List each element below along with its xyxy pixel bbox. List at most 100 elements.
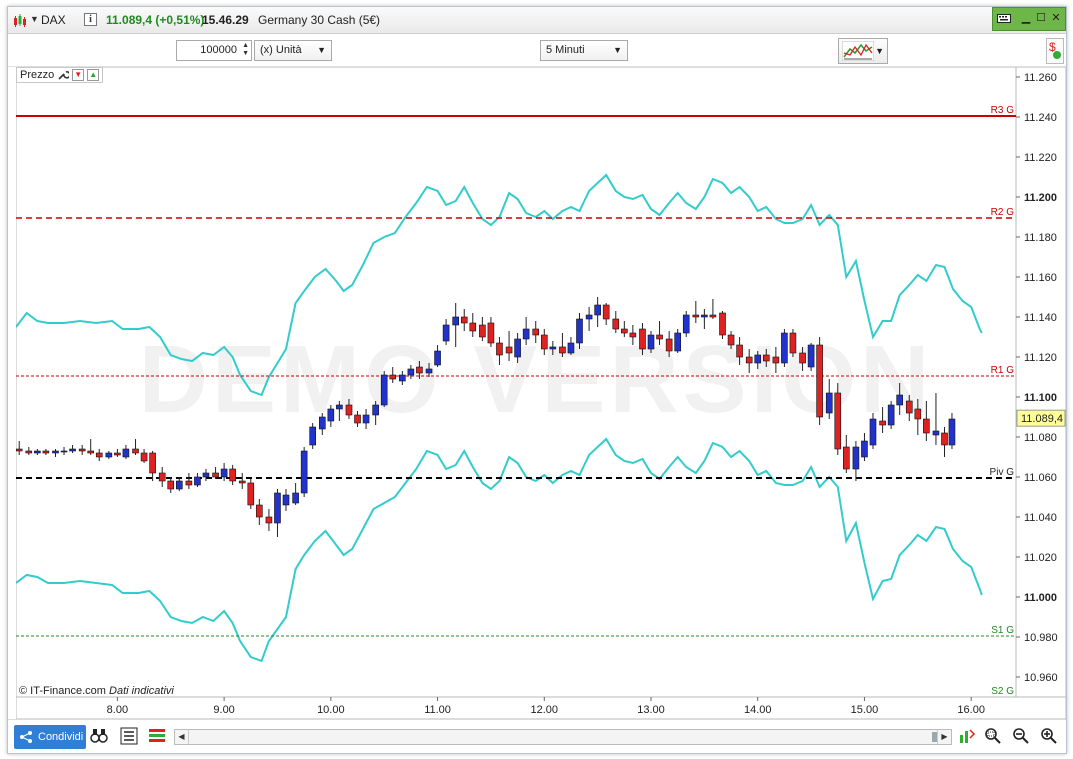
candle-body bbox=[202, 472, 210, 478]
level-label: Piv G bbox=[990, 467, 1015, 478]
candle-body bbox=[807, 344, 815, 368]
maximize-icon[interactable]: ☐ bbox=[1034, 11, 1048, 25]
candle-body bbox=[612, 318, 620, 330]
candle-body bbox=[887, 404, 895, 426]
candle-body bbox=[354, 414, 361, 424]
indicators-button[interactable]: ▼ bbox=[838, 38, 888, 64]
candle-body bbox=[852, 446, 860, 470]
zoom-in-icon[interactable] bbox=[1040, 727, 1058, 745]
layout-icon[interactable] bbox=[148, 727, 166, 745]
list-icon[interactable] bbox=[120, 727, 138, 745]
timeframe-select-value: 5 Minuti bbox=[546, 44, 585, 56]
candle-body bbox=[132, 448, 139, 454]
level-label: R3 G bbox=[991, 105, 1015, 116]
chevron-down-icon: ▼ bbox=[875, 46, 884, 56]
candle-body bbox=[656, 334, 663, 340]
scroll-right-icon[interactable]: ▶ bbox=[937, 730, 951, 744]
candle-body bbox=[843, 446, 850, 470]
keyboard-icon[interactable] bbox=[997, 11, 1011, 25]
candle-body bbox=[434, 350, 441, 366]
candle-body bbox=[948, 418, 956, 446]
candle-body bbox=[762, 354, 770, 362]
candle-body bbox=[52, 450, 59, 454]
candle-body bbox=[69, 448, 76, 452]
level-label: S1 G bbox=[991, 625, 1014, 636]
candle-body bbox=[140, 452, 148, 462]
candle-body bbox=[274, 492, 281, 524]
candle-body bbox=[825, 392, 833, 414]
copyright-disclaimer: Dati indicativi bbox=[109, 685, 174, 697]
candle-body bbox=[709, 314, 717, 318]
candle-body bbox=[772, 356, 780, 364]
price-chart[interactable]: DEMO VERSION R3 G R2 G R1 G Piv G S1 G S2 G 11.… bbox=[15, 66, 1067, 720]
candle-body bbox=[372, 404, 379, 416]
chart-canvas[interactable]: DEMO VERSIONR3 GR2 GR1 GPiv GS1 GS2 G11.… bbox=[15, 66, 1067, 720]
level-label: R2 G bbox=[991, 207, 1015, 218]
candle-body bbox=[799, 352, 806, 364]
level-label: R1 G bbox=[991, 365, 1015, 376]
candle-body bbox=[905, 400, 913, 414]
candle-body bbox=[87, 450, 95, 454]
candle-body bbox=[665, 338, 673, 352]
candle-body bbox=[292, 492, 299, 504]
candle-body bbox=[15, 448, 23, 452]
share-button[interactable]: Condividi bbox=[14, 725, 86, 749]
info-icon[interactable]: i bbox=[84, 13, 97, 26]
y-tick-label: 11.120 bbox=[1024, 352, 1057, 364]
wrench-icon[interactable] bbox=[57, 69, 70, 81]
title-bar: ▼ DAX i 11.089,4 (+0,51%) 15.46.29 Germa… bbox=[8, 7, 1066, 34]
unit-select[interactable]: (x) Unità ▼ bbox=[254, 40, 332, 61]
candle-body bbox=[861, 440, 868, 458]
price-change: 11.089,4 (+0,51%) bbox=[106, 13, 205, 27]
candle-body bbox=[167, 480, 175, 490]
candle-body bbox=[362, 414, 370, 424]
candle-body bbox=[78, 448, 86, 452]
remove-indicator-icon[interactable]: ▼ bbox=[72, 69, 85, 81]
y-tick-label: 11.160 bbox=[1024, 272, 1057, 284]
chart-header-label: Prezzo bbox=[20, 69, 55, 81]
candle-body bbox=[185, 480, 193, 486]
candle-body bbox=[452, 316, 460, 326]
quantity-stepper[interactable]: 100000 ▲ ▼ bbox=[176, 40, 252, 61]
x-tick-label: 10.00 bbox=[317, 704, 345, 716]
candle-body bbox=[549, 346, 557, 350]
x-tick-label: 13.00 bbox=[637, 704, 665, 716]
chevron-down-icon[interactable]: ▼ bbox=[30, 14, 39, 24]
candlestick-chart-icon[interactable] bbox=[13, 14, 27, 28]
symbol-label[interactable]: DAX bbox=[41, 13, 66, 27]
candle-body bbox=[318, 416, 326, 430]
share-icon bbox=[20, 731, 32, 743]
candle-body bbox=[567, 342, 575, 354]
x-tick-label: 15.00 bbox=[851, 704, 879, 716]
close-icon[interactable]: ✕ bbox=[1049, 11, 1063, 25]
candle-body bbox=[719, 312, 726, 336]
stepper-arrows-icon[interactable]: ▲ ▼ bbox=[242, 42, 249, 58]
chart-tools-icon[interactable] bbox=[958, 727, 976, 745]
timeframe-select[interactable]: 5 Minuti ▼ bbox=[540, 40, 628, 61]
unit-select-value: (x) Unità bbox=[260, 44, 302, 56]
order-toolbar: 100000 ▲ ▼ (x) Unità ▼ 5 Minuti ▼ ▼ $ bbox=[8, 35, 1066, 67]
candle-body bbox=[540, 334, 548, 350]
last-price-label: 11.089,4 bbox=[1021, 413, 1063, 425]
candle-body bbox=[380, 374, 388, 406]
candle-body bbox=[336, 404, 343, 410]
candle-body bbox=[212, 472, 219, 478]
candle-body bbox=[674, 332, 681, 352]
scroll-left-icon[interactable]: ◀ bbox=[175, 730, 189, 744]
candle-body bbox=[789, 332, 797, 354]
candle-body bbox=[487, 322, 495, 344]
horizontal-scrollbar[interactable]: ◀ ▶ bbox=[174, 729, 952, 745]
side-panel-icon[interactable]: $ bbox=[1046, 38, 1064, 64]
candle-body bbox=[576, 318, 583, 344]
zoom-out-icon[interactable] bbox=[1012, 727, 1030, 745]
minimize-icon[interactable]: ▁ bbox=[1019, 11, 1033, 25]
candle-body bbox=[736, 344, 743, 358]
candle-body bbox=[114, 452, 121, 456]
candle-body bbox=[105, 452, 113, 458]
zoom-area-icon[interactable] bbox=[984, 727, 1002, 745]
candle-body bbox=[407, 368, 415, 376]
candle-body bbox=[34, 450, 41, 454]
x-tick-label: 9.00 bbox=[213, 704, 234, 716]
binoculars-icon[interactable] bbox=[90, 727, 108, 745]
add-indicator-icon[interactable]: ▲ bbox=[87, 69, 100, 81]
